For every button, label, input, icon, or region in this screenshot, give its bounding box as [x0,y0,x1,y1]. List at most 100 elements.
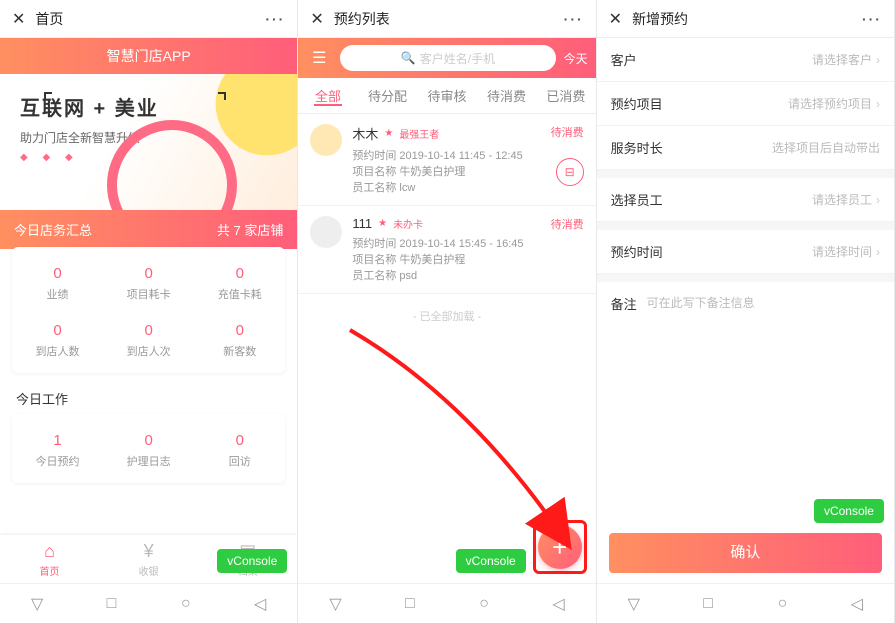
confirm-button[interactable]: 确认 [609,533,882,573]
vconsole-button[interactable]: vConsole [814,499,884,523]
item-time: 预约时间 2019-10-14 15:45 - 16:45 [352,235,583,251]
tab-pending[interactable]: 待消费 [477,86,536,105]
nav-back-icon[interactable]: ◁ [549,595,567,613]
avatar [310,216,342,248]
summary-right[interactable]: 共 7 家店铺 [217,220,283,239]
item-status: 待消费 [551,124,584,140]
more-icon[interactable]: ··· [265,11,285,27]
summary-left: 今日店务汇总 [14,220,92,239]
work-row: 1今日预约0护理日志0回访 [12,422,285,479]
search-icon: 🔍 [401,51,416,65]
avatar [310,124,342,156]
topbar-title: 预约列表 [334,9,564,29]
row-time[interactable]: 预约时间 请选择时间 › [597,230,894,274]
app-header: 智慧门店APP [0,38,297,74]
content: 客户 请选择客户 › 预约项目 请选择预约项目 › 服务时长 选择项目后自动带出… [597,38,894,583]
search-input[interactable]: 🔍 客户姓名/手机 [340,45,555,71]
stat-cell[interactable]: 1今日预约 [12,422,103,479]
topbar-title: 首页 [35,9,265,29]
more-icon[interactable]: ··· [564,11,584,27]
stat-cell[interactable]: 0到店人数 [12,312,103,369]
nav-home-icon[interactable]: ○ [773,595,791,613]
close-icon[interactable]: ✕ [310,9,323,29]
item-name: 木木 [352,124,378,143]
stat-cell[interactable]: 0护理日志 [103,422,194,479]
item-tag: 最强王者 [399,126,439,141]
stats-row-2: 0到店人数0到店人次0新客数 [12,312,285,369]
system-nav: ▽ □ ○ ◁ [298,583,595,623]
home-icon: ⌂ [0,541,99,562]
row-customer[interactable]: 客户 请选择客户 › [597,38,894,82]
tab-assign[interactable]: 待分配 [358,86,417,105]
item-emp: 员工名称 lcw [352,179,583,195]
stat-cell[interactable]: 0业绩 [12,255,103,312]
item-proj: 项目名称 牛奶美白护理 [352,163,583,179]
chevron-right-icon: › [876,53,880,67]
phone-new: ✕ 新增预约 ··· 客户 请选择客户 › 预约项目 请选择预约项目 › 服务时… [597,0,895,623]
phone-list: ✕ 预约列表 ··· ☰ 🔍 客户姓名/手机 今天 全部 待分配 待审核 待消费… [298,0,596,623]
nav-recent-icon[interactable]: □ [401,595,419,613]
item-proj: 项目名称 牛奶美白护程 [352,251,583,267]
stats-card: 0业绩0项目耗卡0充值卡耗 0到店人数0到店人次0新客数 [12,247,285,373]
stat-cell[interactable]: 0到店人次 [103,312,194,369]
topbar: ✕ 新增预约 ··· [597,0,894,38]
banner: 互联网 + 美业 助力门店全新智慧升级 ◆ ◆ ◆ [0,74,297,210]
chevron-right-icon: › [876,193,880,207]
item-status: 待消费 [551,216,584,232]
stat-cell[interactable]: 0回访 [194,422,285,479]
row-project[interactable]: 预约项目 请选择预约项目 › [597,82,894,126]
system-nav: ▽ □ ○ ◁ [0,583,297,623]
tab-audit[interactable]: 待审核 [417,86,476,105]
vconsole-button[interactable]: vConsole [456,549,526,573]
chevron-right-icon: › [876,97,880,111]
scan-button[interactable]: ⊟ [556,158,584,186]
stat-cell[interactable]: 0项目耗卡 [103,255,194,312]
item-name: 111 [352,216,372,231]
section-title: 今日工作 [16,389,281,408]
item-time: 预约时间 2019-10-14 11:45 - 12:45 [352,147,583,163]
content: 智慧门店APP 互联网 + 美业 助力门店全新智慧升级 ◆ ◆ ◆ 今日店务汇总… [0,38,297,583]
chevron-right-icon: › [876,245,880,259]
filter-tabs: 全部 待分配 待审核 待消费 已消费 [298,78,595,114]
banner-sub: 助力门店全新智慧升级 [20,129,277,146]
nav-menu-icon[interactable]: ▽ [28,595,46,613]
stat-cell[interactable]: 0充值卡耗 [194,255,285,312]
stat-cell[interactable]: 0新客数 [194,312,285,369]
topbar: ✕ 首页 ··· [0,0,297,38]
nav-recent-icon[interactable]: □ [102,595,120,613]
vconsole-button[interactable]: vConsole [217,549,287,573]
nav-back-icon[interactable]: ◁ [848,595,866,613]
star-icon: ★ [384,128,393,139]
tab-done[interactable]: 已消费 [536,86,595,105]
search-bar: ☰ 🔍 客户姓名/手机 今天 [298,38,595,78]
topbar: ✕ 预约列表 ··· [298,0,595,38]
system-nav: ▽ □ ○ ◁ [597,583,894,623]
nav-recent-icon[interactable]: □ [699,595,717,613]
close-icon[interactable]: ✕ [12,9,25,29]
work-card: 1今日预约0护理日志0回访 [12,414,285,483]
row-remark[interactable]: 备注 可在此写下备注信息 [597,282,894,325]
row-staff[interactable]: 选择员工 请选择员工 › [597,178,894,222]
today-button[interactable]: 今天 [564,50,588,67]
nav-home-icon[interactable]: ○ [177,595,195,613]
tab-bar: ⌂ 首页 ¥ 收银 ▤ 档案 vConsole [0,535,297,583]
nav-home-icon[interactable]: ○ [475,595,493,613]
banner-title: 互联网 + 美业 [20,92,277,121]
summary-bar: 今日店务汇总 共 7 家店铺 [0,210,297,249]
nav-back-icon[interactable]: ◁ [251,595,269,613]
tab-cashier[interactable]: ¥ 收银 [99,541,198,578]
banner-dots: ◆ ◆ ◆ [20,152,277,163]
list-icon[interactable]: ☰ [306,45,332,71]
loaded-text: - 已全部加载 - [298,308,595,324]
list-item[interactable]: 木木 ★ 最强王者 预约时间 2019-10-14 11:45 - 12:45 … [298,114,595,206]
nav-menu-icon[interactable]: ▽ [326,595,344,613]
list-item[interactable]: 111 ★ 未办卡 预约时间 2019-10-14 15:45 - 16:45 … [298,206,595,294]
close-icon[interactable]: ✕ [609,9,622,29]
tab-all[interactable]: 全部 [298,86,357,105]
tab-home[interactable]: ⌂ 首页 [0,541,99,578]
topbar-title: 新增预约 [632,9,862,29]
item-tag: 未办卡 [393,216,423,231]
item-emp: 员工名称 psd [352,267,583,283]
nav-menu-icon[interactable]: ▽ [625,595,643,613]
more-icon[interactable]: ··· [862,11,882,27]
